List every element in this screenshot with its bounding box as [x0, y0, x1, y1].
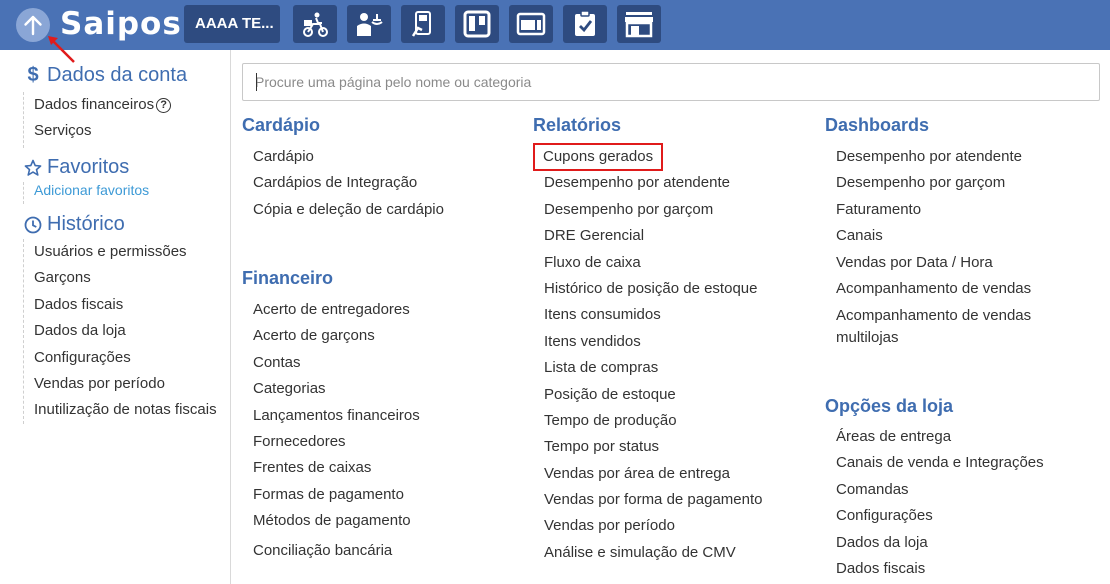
menu-link[interactable]: Acerto de entregadores [253, 300, 420, 326]
menu-link[interactable]: Categorias [253, 379, 420, 405]
history-list: Usuários e permissões Garçons Dados fisc… [23, 239, 217, 424]
menu-link[interactable]: Contas [253, 353, 420, 379]
arrow-up-icon [24, 15, 42, 36]
dashboards-list: Desempenho por atendente Desempenho por … [836, 147, 1076, 349]
menu-link[interactable]: Dados da loja [836, 533, 1044, 559]
menu-link[interactable]: Canais de venda e Integrações [836, 453, 1044, 479]
store-icon [625, 12, 653, 38]
waiter-button[interactable] [347, 5, 391, 43]
menu-link[interactable]: Cardápios de Integração [253, 173, 444, 199]
sidebar-item-dados-fiscais[interactable]: Dados fiscais [34, 292, 217, 318]
account-list: Dados financeiros? Serviços [23, 92, 172, 148]
menu-link[interactable]: Vendas por Data / Hora [836, 253, 1076, 279]
menu-link[interactable]: Conciliação bancária [253, 541, 420, 567]
menu-link[interactable]: Dados fiscais [836, 559, 1044, 584]
sidebar-item-servicos[interactable]: Serviços [34, 118, 171, 144]
menu-link[interactable]: Formas de pagamento [253, 485, 420, 511]
financeiro-title: Financeiro [242, 268, 334, 288]
add-favorites-link[interactable]: Adicionar favoritos [34, 182, 149, 198]
menu-link[interactable]: Vendas por período [544, 516, 762, 542]
menu-link[interactable]: Vendas por área de entrega [544, 464, 762, 490]
checklist-button[interactable] [563, 5, 607, 43]
menu-link[interactable]: Faturamento [836, 200, 1076, 226]
dollar-icon: $ [27, 64, 39, 86]
mobile-order-button[interactable] [401, 5, 445, 43]
menu-link[interactable]: Acompanhamento de vendas [836, 279, 1076, 305]
text-caret [256, 73, 257, 91]
menu-link[interactable]: Desempenho por atendente [544, 173, 762, 199]
menu-link[interactable]: Canais [836, 226, 1076, 252]
store-selector-button[interactable]: AAAA TE... [184, 5, 280, 43]
sidebar-item-usuarios[interactable]: Usuários e permissões [34, 239, 217, 265]
sidebar-item-vendas-periodo[interactable]: Vendas por período [34, 371, 217, 397]
back-up-button[interactable] [16, 8, 50, 42]
sidebar-item-dados-financeiros[interactable]: Dados financeiros? [34, 92, 172, 118]
menu-link[interactable]: Fluxo de caixa [544, 253, 762, 279]
opcoes-loja-title: Opções da loja [825, 396, 954, 416]
menu-link[interactable]: Cardápio [253, 147, 444, 173]
screen-button[interactable] [509, 5, 553, 43]
delivery-icon [303, 12, 328, 37]
menu-link[interactable]: Desempenho por garçom [544, 200, 762, 226]
menu-link[interactable]: Áreas de entrega [836, 427, 1044, 453]
cupons-gerados-link[interactable]: Cupons gerados [533, 143, 664, 171]
menu-link[interactable]: Fornecedores [253, 432, 420, 458]
clock-icon [24, 216, 42, 233]
menu-link[interactable]: Tempo por status [544, 437, 762, 463]
page-search-input[interactable] [242, 63, 1100, 101]
cardapio-title: Cardápio [242, 115, 321, 135]
trello-icon [463, 10, 491, 38]
menu-link[interactable]: Itens vendidos [544, 332, 762, 358]
sidebar-item-dados-loja[interactable]: Dados da loja [34, 318, 217, 344]
top-navigation-bar: Saipos AAAA TE... [0, 0, 1110, 50]
menu-link[interactable]: Posição de estoque [544, 385, 762, 411]
menu-link[interactable]: Análise e simulação de CMV [544, 543, 762, 569]
clipboard-check-icon [575, 10, 595, 36]
menu-link[interactable]: Tempo de produção [544, 411, 762, 437]
saipos-logo[interactable]: Saipos [60, 4, 182, 44]
favorites-list: Adicionar favoritos [23, 182, 149, 204]
relatorios-list: Cupons gerados Desempenho por atendente … [533, 143, 762, 569]
help-icon[interactable]: ? [156, 98, 172, 113]
account-section-title[interactable]: $ Dados da conta [24, 64, 187, 87]
waiter-icon [357, 13, 383, 36]
dashboards-title: Dashboards [825, 115, 930, 135]
opcoes-loja-list: Áreas de entrega Canais de venda e Integ… [836, 427, 1044, 584]
cardapio-list: Cardápio Cardápios de Integração Cópia e… [253, 147, 444, 226]
trello-board-button[interactable] [455, 5, 499, 43]
menu-link[interactable]: Frentes de caixas [253, 458, 420, 484]
menu-link[interactable]: Lista de compras [544, 358, 762, 384]
menu-link[interactable]: Acerto de garçons [253, 326, 420, 352]
favorites-section-title[interactable]: Favoritos [24, 156, 129, 179]
store-button[interactable] [617, 5, 661, 43]
history-section-title[interactable]: Histórico [24, 213, 125, 236]
mobile-order-icon [411, 11, 431, 37]
menu-link[interactable]: Lançamentos financeiros [253, 406, 420, 432]
delivery-button[interactable] [293, 5, 337, 43]
menu-link[interactable]: Cópia e deleção de cardápio [253, 200, 444, 226]
menu-link[interactable]: DRE Gerencial [544, 226, 762, 252]
relatorios-title: Relatórios [533, 115, 622, 135]
sidebar: $ Dados da conta Dados financeiros? Serv… [0, 50, 231, 584]
financeiro-list: Acerto de entregadores Acerto de garçons… [253, 300, 420, 568]
menu-link[interactable]: Itens consumidos [544, 305, 762, 331]
menu-link[interactable]: Configurações [836, 506, 1044, 532]
sidebar-item-configuracoes[interactable]: Configurações [34, 345, 217, 371]
sidebar-item-inutilizacao[interactable]: Inutilização de notas fiscais [34, 397, 217, 423]
menu-link[interactable]: Métodos de pagamento [253, 511, 420, 541]
screen-icon [516, 12, 546, 36]
sidebar-item-garcons[interactable]: Garçons [34, 265, 217, 291]
menu-link[interactable]: Desempenho por garçom [836, 173, 1076, 199]
menu-link[interactable]: Desempenho por atendente [836, 147, 1076, 173]
menu-link[interactable]: Vendas por forma de pagamento [544, 490, 762, 516]
star-icon [24, 159, 42, 176]
menu-link[interactable]: Histórico de posição de estoque [544, 279, 762, 305]
menu-link[interactable]: Comandas [836, 480, 1044, 506]
menu-link[interactable]: Acompanhamento de vendas multilojas [836, 305, 1076, 349]
